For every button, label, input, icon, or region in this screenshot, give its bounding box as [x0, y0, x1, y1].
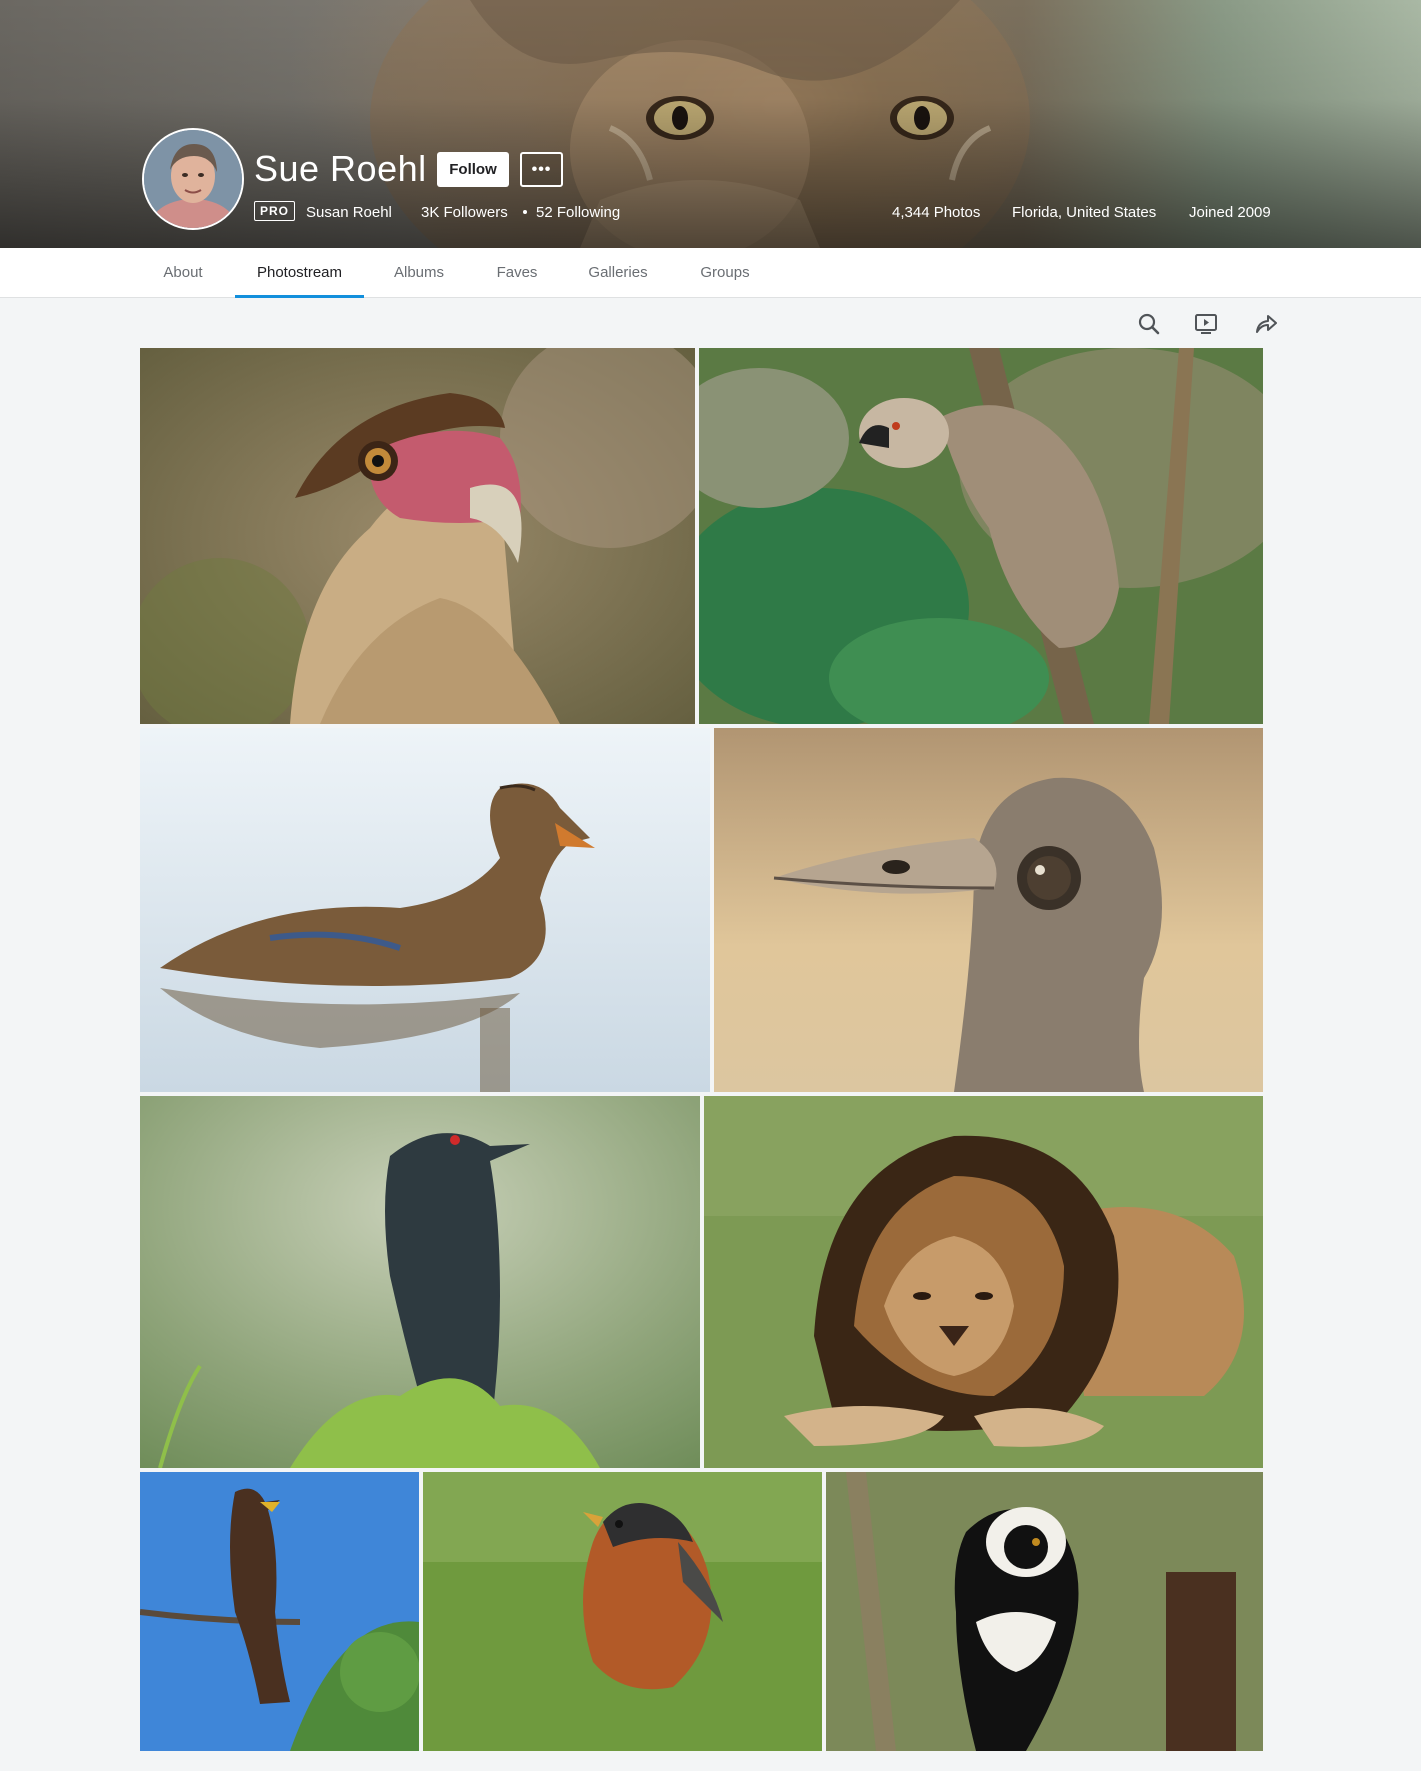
photo-brown-lemur[interactable] [699, 348, 1263, 724]
photo-caracara[interactable] [140, 348, 695, 724]
more-options-button[interactable]: ••• [520, 152, 563, 187]
joined-date: Joined 2009 [1189, 203, 1271, 221]
tab-groups[interactable]: Groups [684, 248, 766, 297]
photo-black-kite[interactable] [140, 1472, 419, 1751]
follow-button[interactable]: Follow [437, 152, 509, 187]
share-icon[interactable] [1253, 311, 1279, 337]
slideshow-icon[interactable] [1193, 311, 1219, 337]
photo-mottled-duck[interactable] [140, 728, 710, 1092]
search-icon[interactable] [1136, 311, 1162, 337]
photo-drongo[interactable] [140, 1096, 700, 1468]
tab-faves[interactable]: Faves [478, 248, 556, 297]
followers-link[interactable]: 3K Followers [421, 201, 508, 223]
photo-ostrich[interactable] [714, 728, 1263, 1092]
photo-robin[interactable] [423, 1472, 822, 1751]
avatar[interactable] [142, 128, 244, 230]
profile-name: Sue Roehl [254, 148, 427, 189]
tab-photostream[interactable]: Photostream [235, 248, 364, 298]
separator-dot [523, 210, 527, 214]
avatar-portrait-image [144, 130, 242, 228]
tab-about[interactable]: About [142, 248, 224, 297]
photo-ruffed-lemur[interactable] [826, 1472, 1263, 1751]
photo-lion[interactable] [704, 1096, 1263, 1468]
following-link[interactable]: 52 Following [536, 201, 620, 223]
photos-count: 4,344 Photos [892, 203, 981, 221]
location: Florida, United States [1012, 203, 1157, 221]
tab-albums[interactable]: Albums [378, 248, 460, 297]
profile-nav: About Photostream Albums Faves Galleries… [0, 248, 1421, 298]
real-name: Susan Roehl [306, 203, 392, 221]
pro-badge: PRO [254, 201, 296, 221]
tab-galleries[interactable]: Galleries [572, 248, 664, 297]
